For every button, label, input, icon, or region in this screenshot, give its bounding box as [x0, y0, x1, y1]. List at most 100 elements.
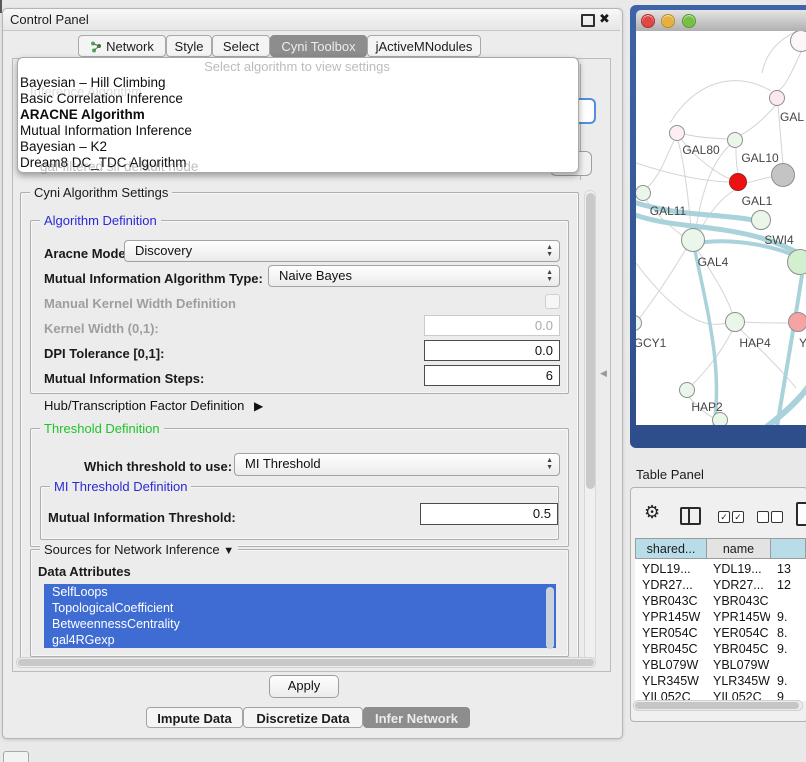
attribute-list-item[interactable]: SelfLoops: [44, 584, 554, 600]
node-label: HAP4: [739, 336, 770, 350]
manual-kernel-width-label: Manual Kernel Width Definition: [44, 296, 236, 311]
node-label: HAP2: [691, 400, 722, 414]
table-horizontal-scrollbar-thumb[interactable]: [635, 702, 799, 709]
network-node-swi4[interactable]: [787, 249, 806, 275]
tab-style[interactable]: Style: [166, 35, 212, 57]
bottom-tab-discretize-data[interactable]: Discretize Data: [243, 707, 363, 728]
control-panel-titlebar: [3, 9, 620, 31]
dpi-tolerance-label: DPI Tolerance [0,1]:: [44, 346, 164, 361]
split-view-icon[interactable]: [680, 507, 701, 525]
apply-button[interactable]: Apply: [269, 675, 339, 698]
node-label: GAL10: [741, 151, 778, 165]
float-window-icon[interactable]: [581, 14, 595, 27]
checked-box-icon[interactable]: ✓: [718, 511, 730, 523]
screenshot-stage: Control Panel ✖ Network Style Select Cyn…: [0, 0, 806, 762]
network-node-gal[interactable]: [769, 90, 785, 106]
which-threshold-label: Which threshold to use:: [84, 459, 232, 474]
node-label: GCY1: [636, 336, 666, 350]
network-node-gal10[interactable]: [727, 132, 743, 148]
tab-jactivemnodules[interactable]: jActiveMNodules: [367, 35, 481, 57]
table-cell: YDR27...: [635, 577, 706, 593]
network-node-red[interactable]: [729, 173, 747, 191]
checked-box-icon[interactable]: ✓: [732, 511, 744, 523]
gear-icon[interactable]: ⚙: [644, 502, 660, 523]
unchecked-box-icon[interactable]: [771, 511, 783, 523]
table-cell: YDL19...: [706, 561, 770, 577]
table-cell: YBR045C: [635, 641, 706, 657]
bottom-tab-impute-data[interactable]: Impute Data: [146, 707, 243, 728]
bottom-tab-infer-network[interactable]: Infer Network: [363, 707, 470, 728]
algorithm-dropdown-placeholder: Select algorithm to view settings: [17, 59, 577, 74]
network-node-gray[interactable]: [771, 163, 795, 187]
close-icon[interactable]: ✖: [599, 11, 610, 27]
document-icon[interactable]: [796, 502, 806, 526]
table-cell: YER054C: [706, 625, 770, 641]
algorithm-option-selected[interactable]: ARACNE Algorithm: [20, 107, 145, 123]
kernel-width-field[interactable]: 0.0: [424, 315, 560, 336]
network-node-gal80[interactable]: [669, 125, 685, 141]
network-node-salmon[interactable]: [788, 312, 806, 332]
node-label: SWI4: [764, 233, 793, 247]
data-attributes-label: Data Attributes: [38, 564, 131, 579]
combo-arrows-icon: ▲▼: [546, 269, 553, 283]
table-cell: [770, 593, 806, 609]
table-cell: YBR043C: [635, 593, 706, 609]
table-cell: 8.: [770, 625, 806, 641]
attribute-list-scroll-thumb[interactable]: [546, 587, 554, 649]
combo-arrows-icon: ▲▼: [546, 244, 553, 258]
network-node[interactable]: [790, 31, 806, 52]
network-icon: [90, 41, 102, 53]
table-body[interactable]: YDL19... YDL19... 13 YDR27... YDR27... 1…: [635, 559, 806, 701]
panel-splitter-arrow[interactable]: ◀: [600, 368, 607, 379]
ghost-network-combobox-value: gal-filtered sif default node: [40, 159, 198, 174]
table-cell: 9.: [770, 609, 806, 625]
aracne-mode-label: Aracne Mode:: [44, 246, 130, 261]
node-label: GAL80: [682, 143, 719, 157]
mi-algorithm-type-combobox[interactable]: Naive Bayes ▲▼: [268, 265, 560, 287]
table-cell: YLR345W: [706, 673, 770, 689]
aracne-mode-value: Discovery: [135, 243, 192, 258]
tab-network[interactable]: Network: [78, 35, 166, 57]
minimize-traffic-light[interactable]: [661, 14, 675, 28]
column-header-name[interactable]: name: [706, 538, 771, 559]
mi-threshold-field[interactable]: 0.5: [420, 503, 558, 525]
dpi-tolerance-field[interactable]: 0.0: [424, 340, 560, 361]
bottom-left-partial-button[interactable]: [3, 751, 29, 762]
network-canvas[interactable]: GAL GAL80 GAL10 GAL1 GAL11 SWI4 GAL4 GCY…: [636, 31, 806, 425]
sources-title-row[interactable]: Sources for Network Inference ▼: [40, 542, 238, 557]
hub-definition-expander[interactable]: Hub/Transcription Factor Definition ▶: [44, 398, 263, 413]
table-cell: YPR145W: [706, 609, 770, 625]
expander-arrow-right-icon: ▶: [254, 399, 263, 413]
manual-kernel-width-checkbox[interactable]: [545, 294, 560, 309]
hub-definition-label: Hub/Transcription Factor Definition: [44, 398, 244, 413]
algorithm-option[interactable]: Mutual Information Inference: [20, 123, 192, 139]
attribute-list-item[interactable]: BetweennessCentrality: [44, 616, 554, 632]
network-node-gal4[interactable]: [681, 228, 705, 252]
settings-vertical-scrollbar-thumb[interactable]: [586, 193, 595, 489]
which-threshold-value: MI Threshold: [245, 456, 321, 471]
cyni-algorithm-settings-title: Cyni Algorithm Settings: [30, 185, 172, 200]
table-cell: 12: [770, 577, 806, 593]
network-node-gal1[interactable]: [751, 210, 771, 230]
network-node-hap4[interactable]: [725, 312, 745, 332]
attribute-list-item[interactable]: gal4RGexp: [44, 632, 554, 648]
attribute-list-item[interactable]: TopologicalCoefficient: [44, 600, 554, 616]
which-threshold-combobox[interactable]: MI Threshold ▲▼: [234, 453, 560, 476]
tab-select[interactable]: Select: [212, 35, 270, 57]
kernel-width-label: Kernel Width (0,1):: [44, 321, 159, 336]
expander-arrow-down-icon: ▼: [223, 545, 234, 557]
tab-cyni-toolbox[interactable]: Cyni Toolbox: [270, 35, 367, 57]
algorithm-definition-title: Algorithm Definition: [40, 213, 161, 228]
algorithm-option[interactable]: Bayesian – K2: [20, 139, 107, 155]
settings-horizontal-scrollbar-thumb[interactable]: [18, 659, 594, 666]
column-header-partial[interactable]: [770, 538, 806, 559]
node-label: GAL11: [650, 204, 686, 218]
zoom-traffic-light[interactable]: [682, 14, 696, 28]
network-node-hap2[interactable]: [679, 382, 695, 398]
mi-algorithm-type-label: Mutual Information Algorithm Type:: [44, 271, 263, 286]
column-header-shared[interactable]: shared...: [635, 538, 707, 559]
mi-steps-field[interactable]: 6: [424, 365, 560, 386]
close-traffic-light[interactable]: [641, 14, 655, 28]
unchecked-box-icon[interactable]: [757, 511, 769, 523]
aracne-mode-combobox[interactable]: Discovery ▲▼: [124, 240, 560, 262]
